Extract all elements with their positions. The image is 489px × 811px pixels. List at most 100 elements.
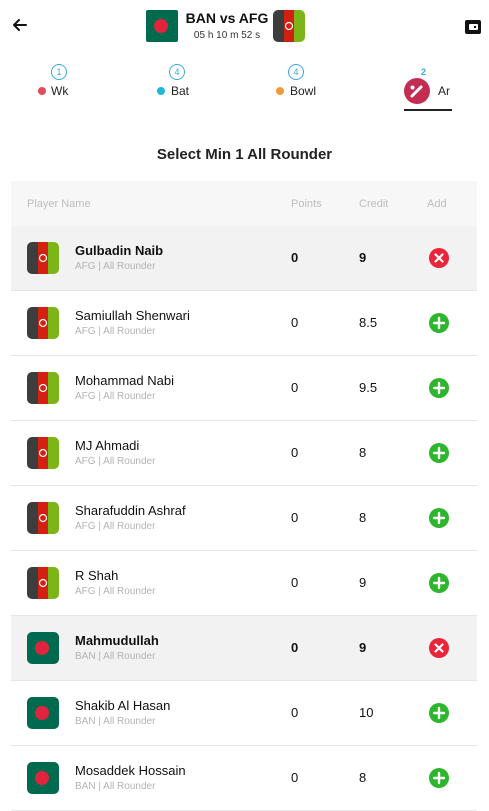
player-row[interactable]: R Shah AFG | All Rounder 0 9 bbox=[11, 551, 477, 616]
afg-flag bbox=[27, 567, 59, 599]
ban-flag bbox=[27, 632, 59, 664]
add-player-button[interactable] bbox=[429, 378, 449, 398]
player-credit: 9 bbox=[359, 575, 367, 590]
player-row[interactable]: Gulbadin Naib AFG | All Rounder 0 9 bbox=[11, 226, 477, 291]
tab-label: Wk bbox=[51, 84, 69, 98]
add-player-button[interactable] bbox=[429, 443, 449, 463]
afg-flag bbox=[27, 437, 59, 469]
tab-count: 1 bbox=[51, 64, 67, 80]
header-add: Add bbox=[427, 198, 447, 210]
player-row[interactable]: Sharafuddin Ashraf AFG | All Rounder 0 8 bbox=[11, 486, 477, 551]
add-player-button[interactable] bbox=[429, 573, 449, 593]
remove-player-button[interactable] bbox=[429, 248, 449, 268]
wallet-button[interactable] bbox=[463, 17, 483, 37]
wk-dot-icon bbox=[38, 87, 46, 95]
player-points: 0 bbox=[291, 705, 299, 720]
player-row[interactable]: MJ Ahmadi AFG | All Rounder 0 8 bbox=[11, 421, 477, 486]
afg-flag bbox=[27, 307, 59, 339]
bat-dot-icon bbox=[157, 87, 165, 95]
player-row[interactable]: Shakib Al Hasan BAN | All Rounder 0 10 bbox=[11, 681, 477, 746]
player-credit: 8 bbox=[359, 445, 367, 460]
tab-bowl[interactable]: 4 Bowl bbox=[276, 62, 326, 112]
player-points: 0 bbox=[291, 640, 299, 655]
add-icon bbox=[429, 768, 449, 792]
player-team-role: AFG | All Rounder bbox=[75, 521, 156, 532]
player-credit: 8.5 bbox=[359, 315, 378, 330]
ban-flag bbox=[27, 762, 59, 794]
player-credit: 8 bbox=[359, 510, 367, 525]
match-title: BAN vs AFG bbox=[185, 10, 269, 26]
player-name: Shakib Al Hasan bbox=[75, 698, 171, 713]
ban-flag bbox=[146, 10, 178, 42]
player-points: 0 bbox=[291, 575, 299, 590]
bowl-dot-icon bbox=[276, 87, 284, 95]
player-name: Sharafuddin Ashraf bbox=[75, 503, 186, 518]
player-name: Mosaddek Hossain bbox=[75, 763, 186, 778]
back-arrow-icon bbox=[13, 19, 27, 31]
add-icon bbox=[429, 378, 449, 402]
add-icon bbox=[429, 703, 449, 727]
section-heading: Select Min 1 All Rounder bbox=[156, 146, 333, 163]
active-tab-indicator bbox=[404, 109, 452, 111]
tab-count: 4 bbox=[169, 64, 185, 80]
player-credit: 9 bbox=[359, 640, 367, 655]
add-icon bbox=[429, 313, 449, 337]
player-points: 0 bbox=[291, 510, 299, 525]
player-name: MJ Ahmadi bbox=[75, 438, 140, 453]
tab-count: 4 bbox=[288, 64, 304, 80]
player-team-role: AFG | All Rounder bbox=[75, 261, 156, 272]
player-team-role: AFG | All Rounder bbox=[75, 456, 156, 467]
back-button[interactable] bbox=[8, 12, 32, 38]
tab-label: Bat bbox=[171, 84, 190, 98]
player-team-role: AFG | All Rounder bbox=[75, 391, 156, 402]
tab-label: Bowl bbox=[290, 84, 317, 98]
table-header: Player Name Points Credit Add bbox=[11, 181, 477, 226]
player-credit: 9.5 bbox=[359, 380, 378, 395]
player-team-role: BAN | All Rounder bbox=[75, 781, 156, 792]
tab-bat[interactable]: 4 Bat bbox=[157, 62, 197, 112]
remove-icon bbox=[429, 248, 449, 272]
add-player-button[interactable] bbox=[429, 508, 449, 528]
player-points: 0 bbox=[291, 445, 299, 460]
player-row[interactable]: Mohammad Nabi AFG | All Rounder 0 9.5 bbox=[11, 356, 477, 421]
remove-player-button[interactable] bbox=[429, 638, 449, 658]
header-player-name: Player Name bbox=[27, 198, 91, 210]
player-points: 0 bbox=[291, 380, 299, 395]
tab-label: Ar bbox=[438, 84, 450, 98]
tab-count: 2 bbox=[421, 67, 427, 77]
tab-ar[interactable]: 2 Ar bbox=[404, 62, 452, 112]
player-row[interactable]: Samiullah Shenwari AFG | All Rounder 0 8.5 bbox=[11, 291, 477, 356]
add-icon bbox=[429, 573, 449, 597]
tab-wk[interactable]: 1 Wk bbox=[36, 62, 76, 112]
player-row[interactable]: Mosaddek Hossain BAN | All Rounder 0 8 bbox=[11, 746, 477, 811]
remove-icon bbox=[429, 638, 449, 662]
afg-flag bbox=[273, 10, 305, 42]
player-name: Gulbadin Naib bbox=[75, 243, 164, 258]
player-points: 0 bbox=[291, 770, 299, 785]
add-icon bbox=[429, 443, 449, 467]
header-points: Points bbox=[291, 198, 322, 210]
add-icon bbox=[429, 508, 449, 532]
cricket-bat-icon bbox=[404, 78, 430, 104]
player-points: 0 bbox=[291, 315, 299, 330]
player-team-role: BAN | All Rounder bbox=[75, 716, 156, 727]
match-timer: 05 h 10 m 52 s bbox=[193, 30, 261, 41]
player-credit: 10 bbox=[359, 705, 374, 720]
player-team-role: AFG | All Rounder bbox=[75, 586, 156, 597]
header-credit: Credit bbox=[359, 198, 389, 210]
add-player-button[interactable] bbox=[429, 703, 449, 723]
add-player-button[interactable] bbox=[429, 313, 449, 333]
player-credit: 9 bbox=[359, 250, 367, 265]
wallet-icon bbox=[465, 20, 481, 34]
player-team-role: AFG | All Rounder bbox=[75, 326, 156, 337]
afg-flag bbox=[27, 502, 59, 534]
player-row[interactable]: Mahmudullah BAN | All Rounder 0 9 bbox=[11, 616, 477, 681]
afg-flag bbox=[27, 242, 59, 274]
player-name: Samiullah Shenwari bbox=[75, 308, 190, 323]
player-points: 0 bbox=[291, 250, 299, 265]
player-name: Mohammad Nabi bbox=[75, 373, 174, 388]
player-team-role: BAN | All Rounder bbox=[75, 651, 156, 662]
add-player-button[interactable] bbox=[429, 768, 449, 788]
match-header: BAN vs AFG 05 h 10 m 52 s bbox=[0, 0, 489, 52]
player-list: Gulbadin Naib AFG | All Rounder 0 9 Samiulla… bbox=[11, 226, 477, 811]
